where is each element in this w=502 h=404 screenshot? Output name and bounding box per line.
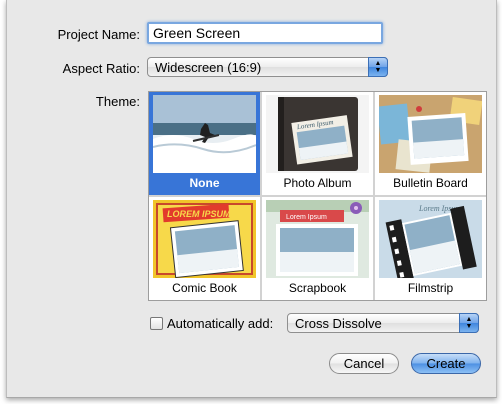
- theme-label-filmstrip: Filmstrip: [407, 281, 454, 295]
- theme-scrapbook-thumbnail: Lorem Ipsum: [266, 200, 369, 278]
- theme-bulletin-board[interactable]: Bulletin Board: [375, 92, 486, 195]
- transition-value: Cross Dissolve: [295, 316, 382, 331]
- aspect-ratio-popup[interactable]: Widescreen (16:9) ▲ ▼: [147, 57, 388, 77]
- theme-label-none: None: [189, 176, 220, 190]
- transition-popup[interactable]: Cross Dissolve ▲ ▼: [287, 313, 479, 333]
- theme-label: Theme:: [95, 94, 140, 109]
- theme-none[interactable]: None: [149, 92, 260, 195]
- theme-bulletin-board-thumbnail: [379, 95, 482, 173]
- theme-comic-book-thumbnail: LOREM IPSUM: [153, 200, 256, 278]
- cancel-button[interactable]: Cancel: [329, 353, 399, 374]
- theme-label-bulletin-board: Bulletin Board: [393, 176, 468, 190]
- theme-scrapbook[interactable]: Lorem Ipsum Scrapbook: [262, 197, 373, 300]
- auto-add-checkbox[interactable]: [150, 317, 163, 330]
- theme-none-thumbnail: [153, 95, 256, 173]
- create-button[interactable]: Create: [411, 353, 481, 374]
- auto-add-label: Automatically add:: [167, 316, 274, 331]
- theme-filmstrip-thumbnail: Lorem Ipsum: [379, 200, 482, 278]
- project-name-field[interactable]: [147, 22, 383, 44]
- theme-label-scrapbook: Scrapbook: [288, 281, 347, 295]
- aspect-ratio-label: Aspect Ratio:: [62, 61, 140, 76]
- aspect-ratio-value: Widescreen (16:9): [155, 60, 262, 75]
- popup-arrows-icon: ▲ ▼: [459, 313, 479, 333]
- theme-photo-album-thumbnail: Lorem Ipsum: [266, 95, 369, 173]
- popup-arrows-icon: ▲ ▼: [368, 57, 388, 77]
- project-name-input[interactable]: [149, 24, 381, 42]
- scrapbook-title-text: Lorem Ipsum: [286, 214, 327, 221]
- theme-filmstrip[interactable]: Lorem Ipsum Filmstrip: [375, 197, 486, 300]
- theme-label-comic-book: Comic Book: [172, 281, 237, 295]
- theme-comic-book[interactable]: LOREM IPSUM Comic Book: [149, 197, 260, 300]
- new-project-sheet: Project Name: Aspect Ratio: Widescreen (…: [6, 0, 497, 398]
- theme-grid: None Lorem Ipsum Photo Album Bulletin Bo…: [148, 91, 487, 301]
- theme-photo-album[interactable]: Lorem Ipsum Photo Album: [262, 92, 373, 195]
- comic-book-title-text: LOREM IPSUM: [167, 209, 231, 219]
- project-name-label: Project Name:: [57, 27, 140, 42]
- theme-label-photo-album: Photo Album: [283, 176, 352, 190]
